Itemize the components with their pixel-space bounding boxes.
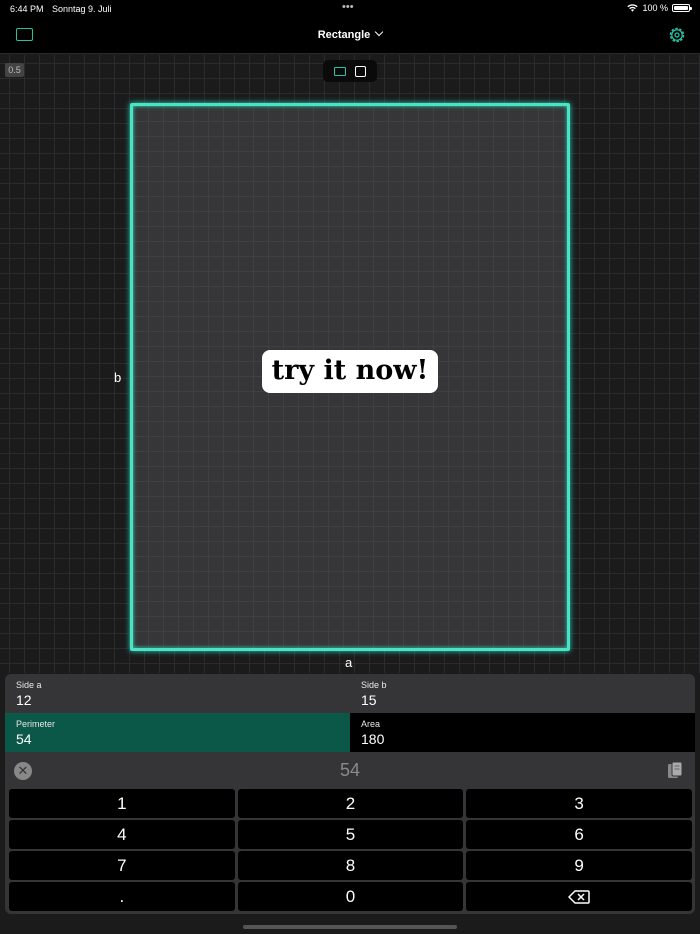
try-it-now-button[interactable]: try it now! [262, 350, 438, 393]
key-9[interactable]: 9 [466, 851, 692, 880]
key-6[interactable]: 6 [466, 820, 692, 849]
area-field-value: 180 [361, 731, 385, 747]
backspace-key[interactable] [466, 882, 692, 911]
shape-selector[interactable] [323, 60, 377, 82]
key-7[interactable]: 7 [9, 851, 235, 880]
area-field[interactable]: Area 180 [350, 713, 695, 752]
status-time: 6:44 PM [10, 4, 44, 14]
chevron-down-icon [375, 27, 384, 37]
status-right: 100 % [627, 3, 692, 13]
key-5[interactable]: 5 [237, 820, 464, 849]
key-0[interactable]: 0 [237, 882, 464, 911]
rectangle-shape-icon[interactable] [333, 66, 346, 76]
drawing-canvas[interactable]: 0.5 b a try it now! [0, 55, 700, 673]
key-1[interactable]: 1 [9, 789, 235, 818]
side-a-field-label: Side a [16, 680, 42, 690]
input-display: ✕ 54 [5, 752, 695, 788]
calculator-panel: Side a 12 Side b 15 Perimeter 54 Area 18… [5, 674, 695, 914]
side-a-field-value: 12 [16, 692, 32, 708]
battery-icon [672, 4, 692, 12]
key-3[interactable]: 3 [466, 789, 692, 818]
side-a-field[interactable]: Side a 12 [5, 674, 350, 713]
side-a-label: a [345, 655, 353, 670]
key-2[interactable]: 2 [237, 789, 464, 818]
shape-picker[interactable]: Rectangle [0, 27, 700, 41]
area-field-label: Area [361, 719, 381, 729]
backspace-icon [568, 889, 590, 904]
wifi-icon [627, 4, 639, 12]
key-4[interactable]: 4 [9, 820, 235, 849]
perimeter-field-value: 54 [16, 731, 32, 747]
side-b-field-label: Side b [361, 680, 387, 690]
keypad: 1 2 3 4 5 6 7 8 9 . 0 [9, 789, 692, 911]
status-date: Sonntag 9. Juli [52, 4, 112, 14]
status-bar: 6:44 PM Sonntag 9. Juli ••• 100 % [0, 0, 700, 18]
display-value: 54 [339, 760, 361, 780]
multitasking-dots-icon[interactable]: ••• [342, 1, 354, 13]
key-decimal[interactable]: . [9, 882, 235, 911]
perimeter-field[interactable]: Perimeter 54 [5, 713, 350, 752]
gear-icon[interactable] [668, 26, 686, 44]
battery-percent: 100 % [642, 3, 668, 13]
scale-badge: 0.5 [5, 63, 24, 77]
side-b-field[interactable]: Side b 15 [350, 674, 695, 713]
perimeter-field-label: Perimeter [16, 719, 56, 729]
key-8[interactable]: 8 [237, 851, 464, 880]
navigation-bar: Rectangle [0, 18, 700, 54]
home-indicator[interactable] [243, 925, 457, 929]
copy-icon[interactable] [667, 761, 683, 780]
side-b-label: b [114, 370, 122, 385]
side-b-field-value: 15 [361, 692, 377, 708]
square-shape-icon[interactable] [355, 65, 367, 77]
nav-title-label: Rectangle [317, 29, 371, 41]
